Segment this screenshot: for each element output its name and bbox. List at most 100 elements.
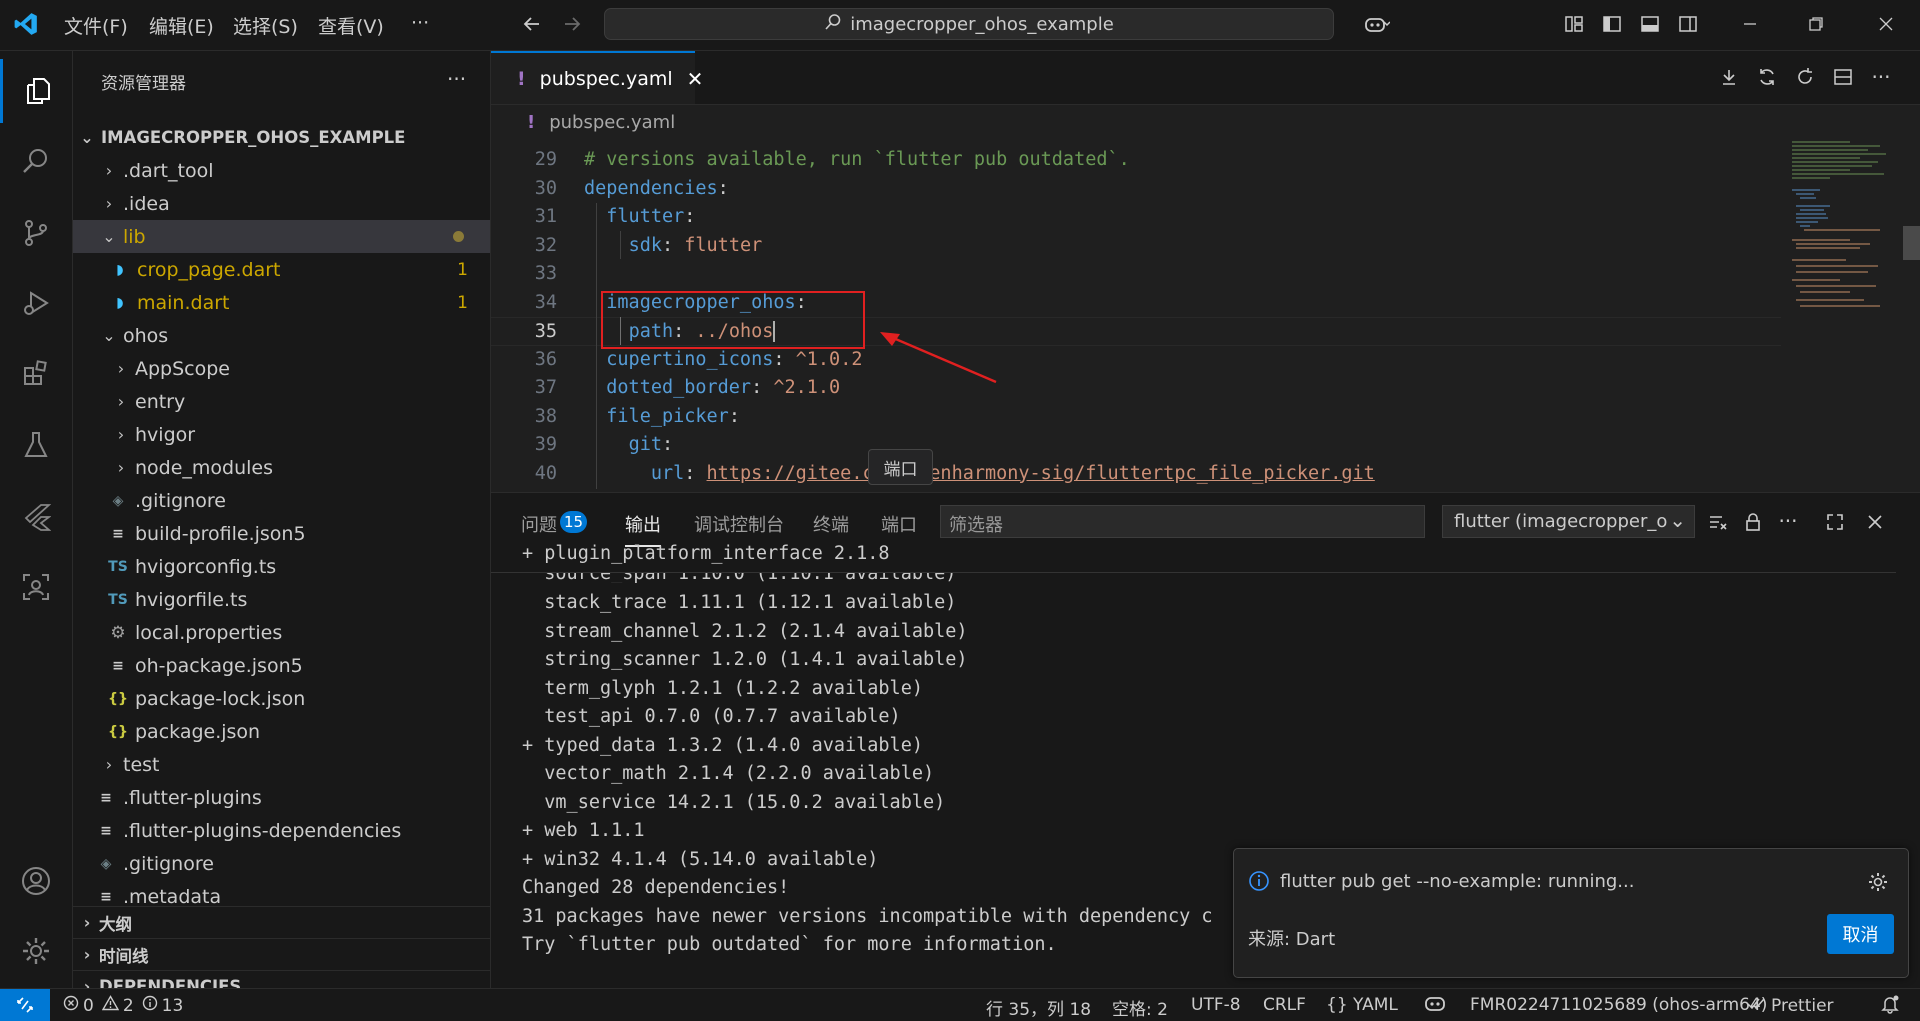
menu-edit[interactable]: 编辑(E) (149, 12, 214, 39)
tree-item-hvigor[interactable]: › hvigor (73, 418, 490, 451)
tree-item-hvigorconfig[interactable]: TS hvigorconfig.ts (73, 550, 490, 583)
output-line: + web 1.1.1 (522, 820, 645, 841)
extensions-icon[interactable] (0, 341, 72, 405)
output-line: string_scanner 1.2.0 (1.4.1 available) (522, 649, 968, 670)
close-tab-icon[interactable]: ✕ (687, 67, 704, 91)
tab-problems[interactable]: 问题 (521, 511, 557, 537)
lock-scroll-icon[interactable] (1739, 508, 1767, 536)
source-control-icon[interactable] (0, 201, 72, 265)
menu-selection[interactable]: 选择(S) (233, 12, 298, 39)
restart-icon[interactable] (1791, 63, 1819, 91)
code-line-30[interactable]: 30 dependencies: (491, 175, 1781, 204)
panel-more-icon[interactable]: ··· (1774, 507, 1802, 535)
code-line-39[interactable]: 39 git: (491, 431, 1781, 460)
menu-view[interactable]: 查看(V) (318, 12, 384, 39)
device-status[interactable]: FMR0224711025689 (ohos-arm64) (1470, 995, 1767, 1015)
hot-reload-icon[interactable] (1753, 63, 1781, 91)
tab-output[interactable]: 输出 (625, 511, 661, 547)
tree-item-entry[interactable]: › entry (73, 385, 490, 418)
output-filter-input[interactable]: 筛选器 (940, 505, 1425, 538)
tree-item-crop-page[interactable]: ◗ crop_page.dart 1 (73, 253, 490, 286)
tab-pubspec-yaml[interactable]: ! pubspec.yaml ✕ (491, 51, 703, 104)
search-view-icon[interactable] (0, 129, 72, 193)
problems-status[interactable]: 0 2 13 (63, 995, 183, 1016)
tree-item-package-json[interactable]: {} package.json (73, 715, 490, 748)
flutter-icon[interactable] (0, 485, 72, 549)
split-editor-icon[interactable] (1829, 63, 1857, 91)
explorer-more-icon[interactable]: ··· (447, 67, 466, 91)
notifications-bell-icon[interactable] (1880, 994, 1900, 1019)
tree-item-build-profile[interactable]: ≡ build-profile.json5 (73, 517, 490, 550)
tab-terminal[interactable]: 终端 (813, 511, 849, 537)
run-debug-icon[interactable] (0, 271, 72, 335)
copilot-status-icon[interactable] (1424, 993, 1446, 1018)
tab-ports[interactable]: 端口 (881, 511, 917, 537)
toggle-primary-sidebar-icon[interactable] (1598, 10, 1626, 38)
clear-output-icon[interactable] (1704, 508, 1732, 536)
remote-scan-icon[interactable] (0, 555, 72, 619)
forward-arrow-icon[interactable] (558, 10, 586, 38)
accounts-icon[interactable] (0, 849, 72, 913)
tree-item-flutter-plugins[interactable]: ≡ .flutter-plugins (73, 781, 490, 814)
code-line-38[interactable]: 38 file_picker: (491, 403, 1781, 432)
tree-item-ohos[interactable]: ⌄ ohos (73, 319, 490, 352)
tree-item-appscope[interactable]: › AppScope (73, 352, 490, 385)
minimize-icon[interactable] (1736, 10, 1764, 38)
restore-icon[interactable] (1802, 10, 1830, 38)
section-timeline[interactable]: › 时间线 (73, 938, 490, 970)
tree-item-package-lock[interactable]: {} package-lock.json (73, 682, 490, 715)
editor-scrollbar-thumb[interactable] (1903, 226, 1920, 260)
menu-more[interactable]: ··· (411, 12, 429, 34)
tree-item-idea[interactable]: › .idea (73, 187, 490, 220)
more-actions-icon[interactable]: ··· (1867, 63, 1895, 91)
code-line-36[interactable]: 36 cupertino_icons: ^1.0.2 (491, 346, 1781, 375)
tree-item-flutter-plugins-deps[interactable]: ≡ .flutter-plugins-dependencies (73, 814, 490, 847)
tree-item-local-properties[interactable]: ⚙ local.properties (73, 616, 490, 649)
download-icon[interactable] (1715, 63, 1743, 91)
tree-item-oh-package[interactable]: ≡ oh-package.json5 (73, 649, 490, 682)
toggle-panel-icon[interactable] (1636, 10, 1664, 38)
tree-item-test[interactable]: › test (73, 748, 490, 781)
testing-flask-icon[interactable] (0, 413, 72, 477)
tree-item-main-dart[interactable]: ◗ main.dart 1 (73, 286, 490, 319)
cursor-position[interactable]: 行 35，列 18 (986, 995, 1091, 1020)
maximize-panel-icon[interactable] (1821, 508, 1849, 536)
tree-item-dart-tool[interactable]: › .dart_tool (73, 154, 490, 187)
code-line-40[interactable]: 40 url: https://gitee.com/openharmony-si… (491, 460, 1781, 489)
eol-status[interactable]: CRLF (1263, 995, 1306, 1015)
code-line-33[interactable]: 33 (491, 260, 1781, 289)
tree-item-hvigorfile[interactable]: TS hvigorfile.ts (73, 583, 490, 616)
menu-file[interactable]: 文件(F) (64, 12, 128, 39)
toggle-secondary-sidebar-icon[interactable] (1674, 10, 1702, 38)
minimap[interactable] (1790, 140, 1902, 340)
code-line-29[interactable]: 29 # versions available, run `flutter pub… (491, 146, 1781, 175)
section-dependencies[interactable]: › DEPENDENCIES (73, 970, 490, 988)
section-outline[interactable]: › 大纲 (73, 906, 490, 938)
close-window-icon[interactable] (1872, 10, 1900, 38)
command-center-search[interactable]: imagecropper_ohos_example (604, 8, 1334, 40)
tab-debug-console[interactable]: 调试控制台 (694, 511, 784, 537)
tree-item-gitignore-ohos[interactable]: ◈ .gitignore (73, 484, 490, 517)
tree-item-node-modules[interactable]: › node_modules (73, 451, 490, 484)
close-panel-icon[interactable] (1861, 508, 1889, 536)
code-line-31[interactable]: 31 flutter: (491, 203, 1781, 232)
back-arrow-icon[interactable] (518, 10, 546, 38)
code-line-37[interactable]: 37 dotted_border: ^2.1.0 (491, 374, 1781, 403)
manage-gear-icon[interactable] (0, 919, 72, 983)
typescript-file-icon: TS (108, 558, 128, 575)
prettier-status[interactable]: Prettier (1747, 995, 1834, 1016)
tree-item-gitignore-root[interactable]: ◈ .gitignore (73, 847, 490, 880)
tree-item-lib[interactable]: ⌄ lib (73, 220, 490, 253)
indentation-status[interactable]: 空格: 2 (1112, 995, 1168, 1020)
explorer-icon[interactable] (0, 59, 72, 123)
code-line-32[interactable]: 32 sdk: flutter (491, 232, 1781, 261)
cancel-button[interactable]: 取消 (1827, 914, 1894, 954)
encoding-status[interactable]: UTF-8 (1191, 995, 1241, 1015)
remote-window-icon[interactable] (0, 989, 50, 1021)
notification-settings-gear-icon[interactable] (1867, 871, 1889, 898)
copilot-icon[interactable] (1354, 10, 1400, 38)
customize-layout-icon[interactable] (1560, 10, 1588, 38)
output-channel-select[interactable]: flutter (imagecropper_o ⌄ (1442, 505, 1695, 538)
workspace-root[interactable]: ⌄ IMAGECROPPER_OHOS_EXAMPLE (73, 121, 490, 154)
language-mode[interactable]: {} YAML (1326, 995, 1398, 1015)
